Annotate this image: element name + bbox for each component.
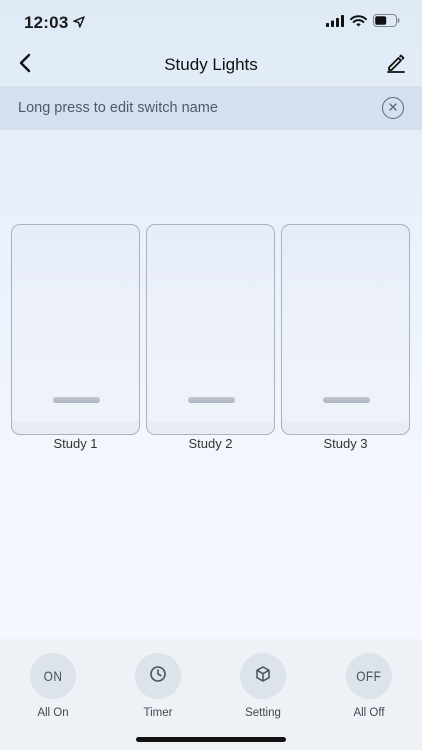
setting-label: Setting [245, 707, 281, 719]
all-off-icon: OFF [346, 653, 392, 699]
timer-button[interactable]: Timer [118, 653, 198, 719]
battery-icon [373, 14, 400, 32]
switch-study-2[interactable] [146, 224, 275, 435]
setting-button[interactable]: Setting [223, 653, 303, 719]
setting-circle [240, 653, 286, 699]
switch-label: Study 3 [323, 436, 368, 451]
all-off-label: All Off [353, 707, 385, 719]
home-indicator[interactable] [136, 737, 286, 742]
all-on-icon: ON [30, 653, 76, 699]
all-on-label: All On [37, 707, 69, 719]
back-button[interactable] [14, 52, 36, 78]
chevron-left-icon [18, 53, 32, 78]
status-time-text: 12:03 [24, 13, 69, 32]
switch-panel: Study 1 Study 2 Study 3 [11, 224, 411, 454]
switch-label: Study 2 [188, 436, 233, 451]
edit-button[interactable] [384, 52, 408, 78]
hint-text: Long press to edit switch name [18, 100, 218, 116]
hint-banner: Long press to edit switch name [0, 86, 422, 130]
all-on-button[interactable]: ON All On [13, 653, 93, 719]
switch-study-1[interactable] [11, 224, 140, 435]
timer-label: Timer [143, 707, 173, 719]
cellular-signal-icon [326, 14, 344, 32]
nav-bar: Study Lights [0, 46, 422, 84]
switch-handle [188, 397, 235, 403]
all-off-icon-text: OFF [356, 668, 382, 684]
wifi-icon [350, 14, 367, 32]
switch-handle [323, 397, 370, 403]
page-title: Study Lights [164, 55, 258, 74]
pencil-icon [386, 53, 406, 78]
status-time: 12:03 [24, 13, 86, 33]
clock-icon [149, 665, 167, 688]
status-icons [326, 14, 400, 32]
all-off-button[interactable]: OFF All Off [329, 653, 409, 719]
cube-icon [254, 665, 272, 688]
close-circle-icon [388, 99, 398, 117]
all-on-icon-text: ON [43, 668, 63, 684]
location-arrow-icon [73, 13, 86, 33]
switch-study-3[interactable] [281, 224, 410, 435]
bottom-action-bar: ON All On Timer Setting OFF All Off [0, 639, 422, 750]
hint-close-button[interactable] [382, 97, 404, 119]
status-bar: 12:03 [0, 0, 422, 46]
timer-circle [135, 653, 181, 699]
switch-label: Study 1 [53, 436, 98, 451]
switch-handle [53, 397, 100, 403]
